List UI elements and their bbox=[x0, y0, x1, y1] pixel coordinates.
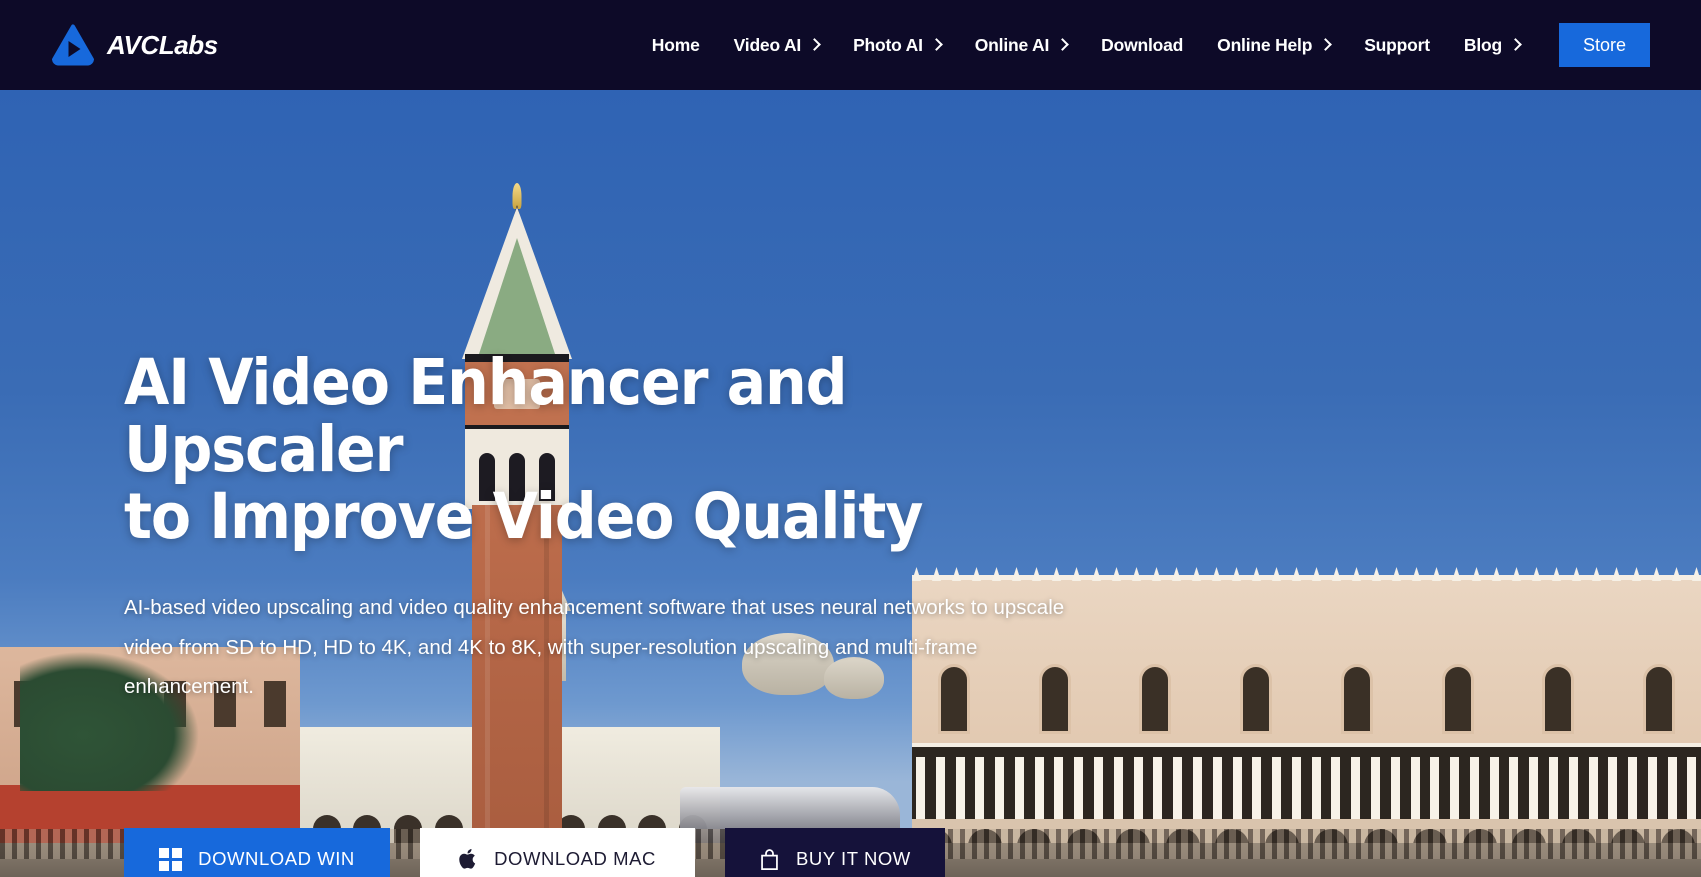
store-button[interactable]: Store bbox=[1558, 23, 1650, 67]
nav-item-blog[interactable]: Blog bbox=[1447, 0, 1537, 90]
chevron-right-icon bbox=[808, 37, 821, 51]
download-win-label: DOWNLOAD WIN bbox=[198, 848, 355, 869]
download-mac-button[interactable]: DOWNLOAD MAC bbox=[420, 828, 695, 877]
site-header: AVCLabs Home Video AI Photo AI Online AI… bbox=[0, 0, 1701, 90]
hero-subtitle: AI-based video upscaling and video quali… bbox=[124, 596, 1065, 699]
chevron-right-icon bbox=[1319, 37, 1333, 51]
nav-item-photo-ai[interactable]: Photo AI bbox=[836, 0, 958, 90]
palace-upper-loggia bbox=[912, 747, 1701, 819]
nav-item-label: Home bbox=[651, 34, 700, 55]
download-mac-label: DOWNLOAD MAC bbox=[494, 848, 656, 869]
nav-item-label: Photo AI bbox=[853, 34, 923, 55]
hero-title-line-1: AI Video Enhancer and Upscaler bbox=[124, 346, 848, 486]
brand-logo-link[interactable]: AVCLabs bbox=[52, 24, 218, 66]
campanile-spire-copper bbox=[479, 238, 555, 354]
nav-item-online-ai[interactable]: Online AI bbox=[958, 0, 1084, 90]
chevron-right-icon bbox=[1056, 37, 1070, 51]
buy-it-now-label: BUY IT NOW bbox=[796, 848, 911, 869]
hero-title-line-2: to Improve Video Quality bbox=[124, 479, 923, 553]
nav-item-label: Online Help bbox=[1217, 34, 1313, 55]
nav-item-download[interactable]: Download bbox=[1084, 0, 1200, 90]
play-triangle-logo-icon bbox=[52, 24, 94, 66]
nav-item-support[interactable]: Support bbox=[1347, 0, 1447, 90]
cta-button-row: DOWNLOAD WIN DOWNLOAD MAC BUY IT NOW bbox=[124, 828, 945, 877]
nav-item-video-ai[interactable]: Video AI bbox=[717, 0, 836, 90]
main-navigation: Home Video AI Photo AI Online AI Downloa… bbox=[635, 0, 1701, 90]
shopping-bag-icon bbox=[761, 848, 778, 870]
chevron-right-icon bbox=[929, 37, 943, 51]
nav-item-label: Download bbox=[1101, 34, 1184, 55]
nav-item-label: Blog bbox=[1463, 34, 1502, 55]
buy-it-now-button[interactable]: BUY IT NOW bbox=[725, 828, 945, 877]
nav-item-label: Online AI bbox=[974, 34, 1050, 55]
nav-item-home[interactable]: Home bbox=[635, 0, 717, 90]
chevron-right-icon bbox=[1509, 37, 1522, 51]
windows-icon bbox=[159, 847, 183, 871]
apple-icon bbox=[459, 848, 476, 869]
nav-item-label: Support bbox=[1364, 34, 1430, 55]
nav-item-online-help[interactable]: Online Help bbox=[1200, 0, 1347, 90]
brand-name: AVCLabs bbox=[107, 29, 218, 60]
hero-copy: AI Video Enhancer and Upscaler to Improv… bbox=[124, 346, 1134, 707]
nav-item-label: Video AI bbox=[733, 34, 802, 55]
page-title: AI Video Enhancer and Upscaler to Improv… bbox=[124, 346, 1063, 553]
hero-section: AI Video Enhancer and Upscaler to Improv… bbox=[0, 90, 1701, 877]
download-win-button[interactable]: DOWNLOAD WIN bbox=[124, 828, 390, 877]
